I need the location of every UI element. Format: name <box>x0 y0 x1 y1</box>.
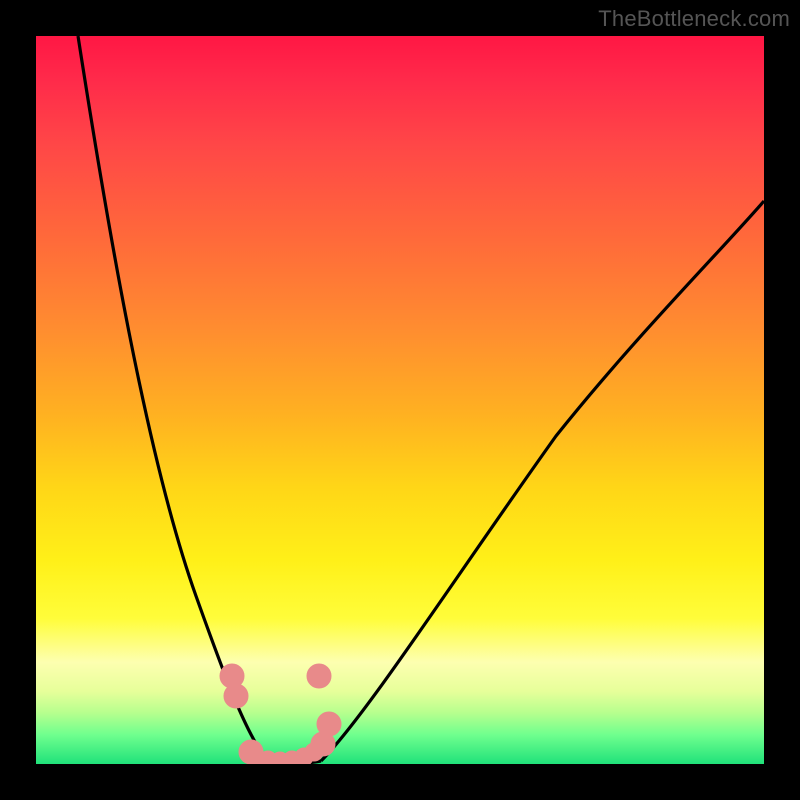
valley-dots <box>220 664 341 764</box>
marker-dot <box>317 712 341 736</box>
right-curve <box>321 201 764 761</box>
marker-dot <box>224 684 248 708</box>
chart-frame: TheBottleneck.com <box>0 0 800 800</box>
plot-area <box>36 36 764 764</box>
left-curve <box>78 36 268 761</box>
marker-dot <box>307 664 331 688</box>
curve-overlay <box>36 36 764 764</box>
watermark-text: TheBottleneck.com <box>598 6 790 32</box>
